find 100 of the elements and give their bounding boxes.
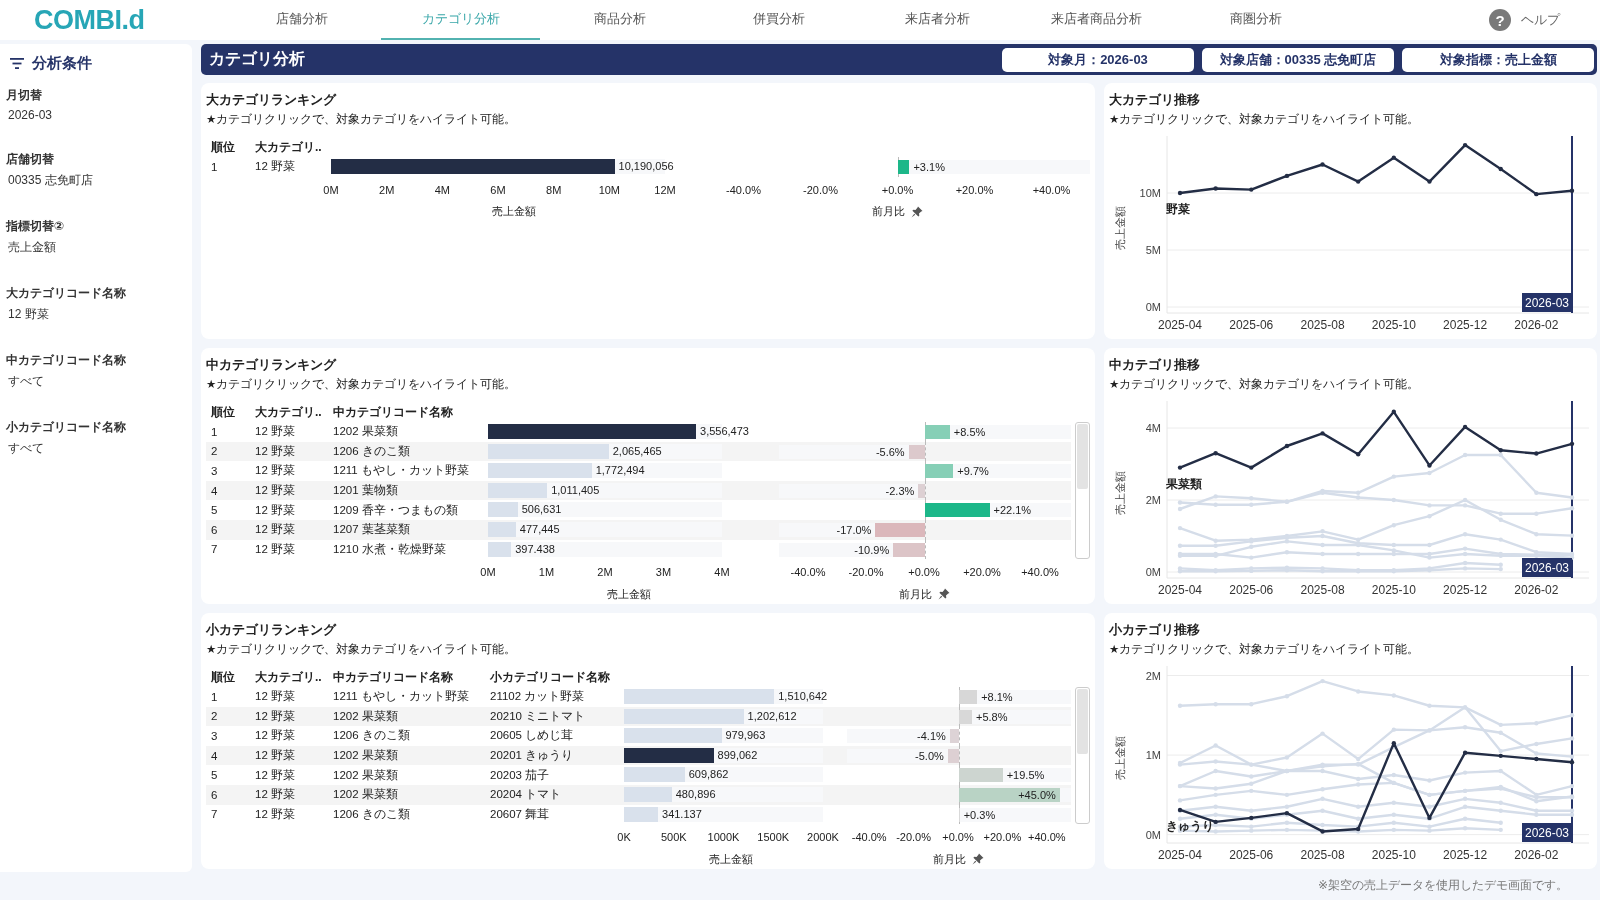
panel-title: 大カテゴリ推移 — [1109, 91, 1201, 109]
filter-label: 指標切替② — [6, 218, 66, 235]
filter-label: 小カテゴリコード名称 — [6, 419, 127, 436]
table-cell-text: 12 野菜 — [254, 522, 296, 538]
axis-tick-label: +40.0% — [1021, 566, 1059, 579]
table-cell-text: 4 — [210, 484, 219, 497]
table-cell-text: 12 野菜 — [254, 483, 296, 499]
axis-title: 売上金額 — [709, 851, 753, 867]
filter-label: 店舗切替 — [6, 151, 55, 168]
filter-label: 月切替 — [6, 87, 43, 104]
axis-tick-label: -40.0% — [790, 566, 826, 579]
axis-tick-label: 0M — [1145, 566, 1161, 578]
axis-tick-label: +20.0% — [963, 566, 1001, 579]
table-cell-text: 12 野菜 — [254, 748, 296, 764]
table-cell-text: 1207 葉茎菜類 — [332, 522, 411, 538]
value-label: -2.3% — [885, 483, 915, 498]
value-label: 609,862 — [688, 767, 729, 783]
table-cell-text: 1206 きのこ類 — [332, 728, 411, 744]
value-label: 1,772,494 — [595, 463, 645, 479]
table-cell-text: 12 野菜 — [254, 708, 296, 724]
table-cell-text: 1206 きのこ類 — [332, 806, 411, 822]
value-label: 10,190,056 — [618, 159, 674, 174]
table-cell-text: 1202 果菜類 — [332, 787, 399, 803]
table-cell-text: 3 — [210, 465, 219, 477]
table-cell-text: 12 野菜 — [254, 767, 296, 783]
value-label: +5.8% — [976, 709, 1008, 724]
table-cell-text: 20605 しめじ茸 — [489, 728, 575, 744]
table-cell-text: 20210 ミニトマト — [489, 708, 587, 724]
axis-tick-label: 1500K — [757, 831, 790, 844]
axis-tick-label: 10M — [598, 183, 621, 196]
axis-tick-label: 6M — [490, 183, 506, 196]
table-cell-text: 1202 果菜類 — [332, 767, 399, 783]
axis-tick-label: 2025-04 — [1158, 318, 1202, 332]
axis-tick-label: 2025-10 — [1371, 583, 1416, 597]
table-cell-text: 3 — [210, 730, 219, 742]
axis-tick-label: 12M — [654, 183, 676, 196]
axis-title: 売上金額 — [1114, 205, 1126, 250]
table-cell-text: 2 — [210, 710, 219, 723]
filter-badge: 対象店舗：00335 志免町店 — [1202, 47, 1394, 72]
table-cell-text: 1 — [210, 425, 219, 438]
value-label: +45.0% — [1018, 787, 1056, 802]
axis-title: 売上金額 — [491, 204, 536, 220]
axis-tick-label: 2025-12 — [1443, 583, 1488, 597]
value-label: 341.137 — [662, 806, 702, 822]
axis-tick-label: 2025-10 — [1371, 848, 1416, 862]
axis-title: 前月比 — [932, 851, 966, 867]
axis-title: 売上金額 — [607, 586, 651, 602]
axis-tick-label: 5M — [1145, 244, 1161, 256]
axis-tick-label: +20.0% — [983, 831, 1022, 844]
axis-tick-label: 2M — [597, 566, 613, 579]
table-cell-text: 1201 葉物類 — [332, 483, 399, 499]
axis-tick-label: 2025-08 — [1300, 318, 1345, 332]
value-label: +19.5% — [1006, 768, 1045, 783]
panel-title: 大カテゴリランキング — [206, 91, 338, 109]
table-cell-text: 12 野菜 — [254, 463, 296, 479]
axis-tick-label: -40.0% — [726, 183, 761, 196]
value-label: 2,065,465 — [612, 443, 662, 459]
axis-tick-label: 3M — [655, 566, 672, 579]
value-label: 480,896 — [675, 786, 716, 802]
axis-tick-label: 10M — [1139, 187, 1161, 199]
axis-tick-label: 2M — [379, 183, 395, 196]
value-label: 1,011,405 — [551, 482, 600, 498]
table-cell-text: 1202 果菜類 — [332, 424, 399, 440]
axis-tick-label: 2025-08 — [1300, 848, 1345, 862]
value-label: 397.438 — [515, 541, 555, 557]
axis-tick-label: 1M — [1145, 749, 1161, 762]
date-tag: 2026-03 — [1522, 293, 1572, 312]
axis-tick-label: 4M — [434, 183, 450, 196]
value-label: +22.1% — [993, 503, 1032, 518]
table-cell-text: 20204 トマト — [489, 787, 563, 803]
table-cell-text: 20201 きゅうり — [489, 748, 575, 764]
table-cell-text: 7 — [210, 543, 219, 556]
value-label: +0.3% — [963, 807, 996, 822]
table-cell-text: 1210 水煮・乾燥野菜 — [332, 541, 447, 557]
value-label: -10.9% — [854, 542, 890, 557]
series-label: 野菜 — [1166, 202, 1190, 216]
value-label: 899,062 — [717, 747, 758, 763]
table-cell-text: 20607 舞茸 — [489, 806, 551, 822]
axis-tick-label: -20.0% — [803, 183, 838, 196]
series-label: 果菜類 — [1166, 476, 1202, 491]
panel-note: ★カテゴリクリックで、対象カテゴリをハイライト可能。 — [1109, 377, 1421, 392]
axis-tick-label: 2025-06 — [1229, 318, 1274, 332]
axis-tick-label: 2026-02 — [1514, 318, 1559, 332]
axis-tick-label: 2025-08 — [1300, 583, 1345, 597]
axis-tick-label: 2025-06 — [1229, 583, 1274, 597]
table-cell-text: 1 — [210, 160, 219, 173]
axis-tick-label: 2025-10 — [1371, 318, 1416, 332]
value-label: 506,631 — [521, 502, 562, 518]
table-cell-text: 12 野菜 — [254, 443, 296, 459]
axis-tick-label: -40.0% — [851, 831, 887, 844]
axis-tick-label: +0.0% — [908, 566, 940, 579]
table-cell-text: 1206 きのこ類 — [332, 443, 411, 459]
table-cell-text: 1202 果菜類 — [332, 708, 399, 724]
filter-label: 中カテゴリコード名称 — [6, 352, 127, 369]
value-label: 477,445 — [519, 521, 560, 537]
table-cell-text: 12 野菜 — [254, 689, 296, 705]
table-cell-text: 5 — [210, 504, 219, 517]
table-cell-text: 12 野菜 — [254, 728, 296, 744]
axis-tick-label: -20.0% — [848, 566, 884, 579]
axis-tick-label: +40.0% — [1028, 831, 1066, 844]
